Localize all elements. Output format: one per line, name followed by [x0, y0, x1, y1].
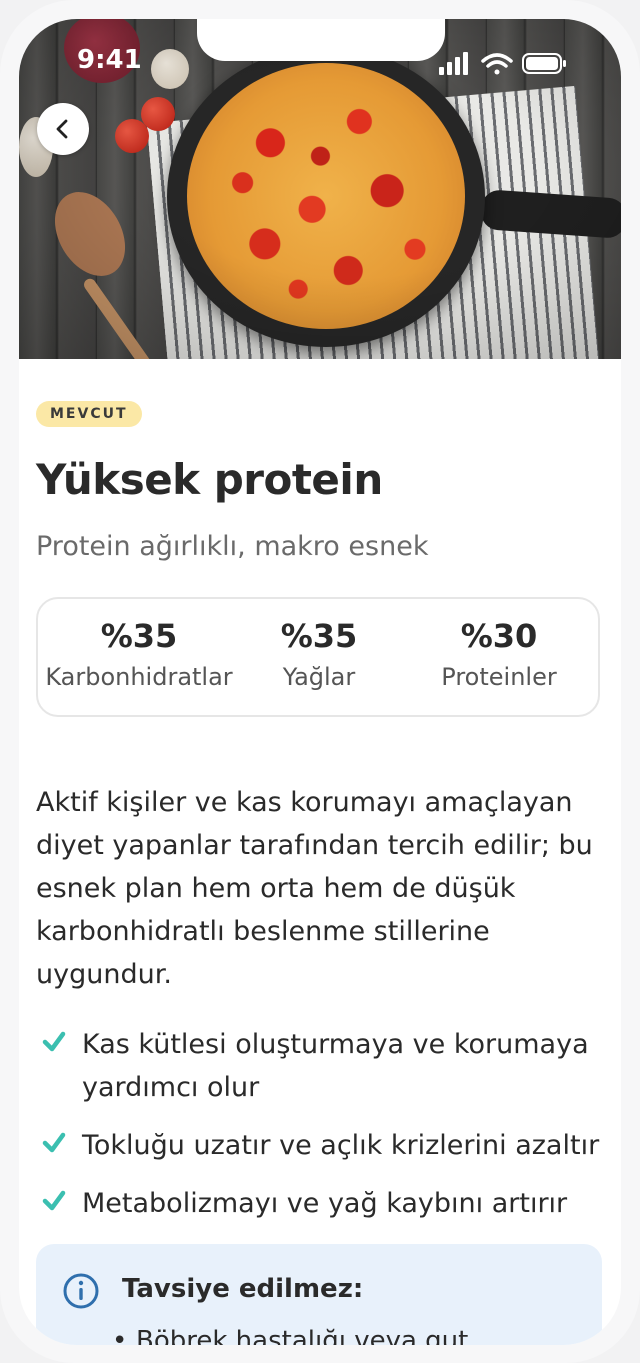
list-item: Kas kütlesi oluşturmaya ve korumaya yard… — [36, 1023, 611, 1109]
warning-title: Tavsiye edilmez: — [122, 1274, 364, 1304]
list-item: Metabolizmayı ve yağ kaybını artırır — [36, 1182, 611, 1225]
benefit-text: Tokluğu uzatır ve açlık krizlerini azalt… — [82, 1130, 600, 1161]
battery-icon — [522, 53, 566, 74]
check-icon — [42, 1132, 66, 1153]
macro-fats: %35 Yağlar — [224, 615, 414, 697]
warning-item: Böbrek hastalığı veya gut — [112, 1326, 468, 1345]
macro-value: %35 — [280, 617, 358, 655]
macro-summary: %35 Karbonhidratlar %35 Yağlar %30 Prote… — [36, 597, 600, 717]
notch — [197, 19, 445, 61]
status-time: 9:41 — [77, 45, 142, 75]
macro-label: Karbonhidratlar — [45, 663, 233, 691]
not-recommended-box: Tavsiye edilmez: Böbrek hastalığı veya g… — [36, 1244, 602, 1345]
screen: 9:41 MEVCUT Yüksek protein Protein ağırl… — [19, 19, 621, 1345]
status-bar: 9:41 — [19, 19, 621, 89]
phone-frame: 9:41 MEVCUT Yüksek protein Protein ağırl… — [0, 0, 640, 1363]
macro-value: %30 — [460, 617, 538, 655]
plan-subtitle: Protein ağırlıklı, makro esnek — [36, 531, 429, 562]
macro-label: Yağlar — [282, 663, 356, 691]
signal-icon — [439, 52, 468, 75]
macro-value: %35 — [100, 617, 178, 655]
status-badge: MEVCUT — [36, 401, 142, 427]
plan-title: Yüksek protein — [36, 455, 383, 504]
check-icon — [42, 1190, 66, 1211]
benefit-text: Kas kütlesi oluşturmaya ve korumaya yard… — [82, 1029, 589, 1103]
benefit-text: Metabolizmayı ve yağ kaybını artırır — [82, 1188, 568, 1219]
check-icon — [42, 1031, 66, 1052]
benefits-list: Kas kütlesi oluşturmaya ve korumaya yard… — [36, 1023, 611, 1240]
chevron-left-icon — [56, 119, 68, 139]
info-icon — [63, 1273, 99, 1309]
macro-label: Proteinler — [441, 663, 557, 691]
macro-carbs: %35 Karbonhidratlar — [44, 615, 234, 697]
wifi-icon — [481, 53, 513, 75]
plan-description: Aktif kişiler ve kas korumayı amaçlayan … — [36, 787, 593, 990]
back-button[interactable] — [37, 103, 89, 155]
macro-proteins: %30 Proteinler — [404, 615, 594, 697]
list-item: Tokluğu uzatır ve açlık krizlerini azalt… — [36, 1124, 611, 1167]
